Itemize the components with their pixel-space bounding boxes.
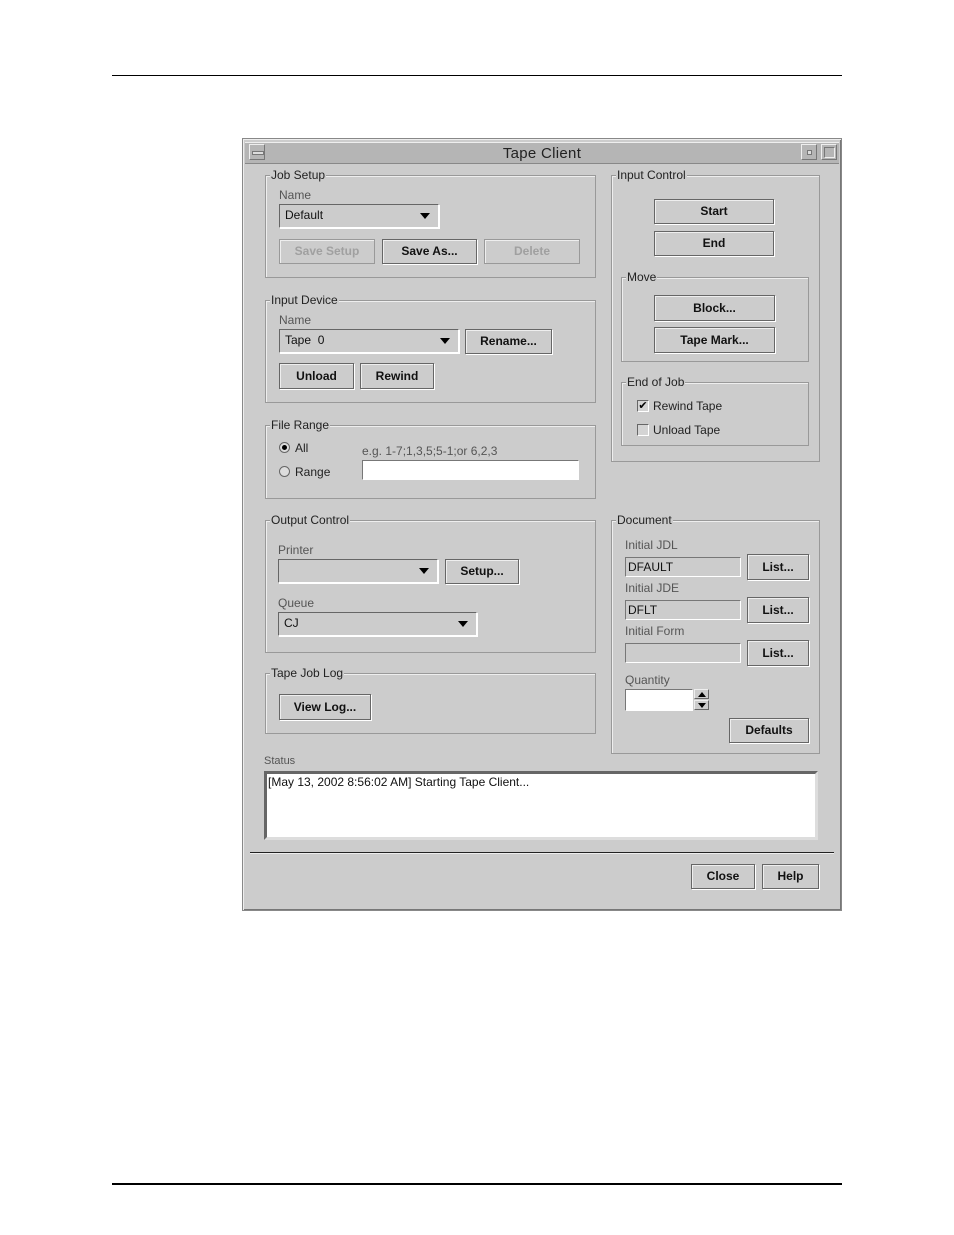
chevron-down-icon	[458, 621, 468, 627]
quantity-increment-icon[interactable]	[694, 689, 709, 699]
chevron-down-icon	[419, 568, 429, 574]
range-all-radio[interactable]	[279, 442, 290, 453]
status-label: Status	[264, 755, 296, 767]
initial-jde-label: Initial JDE	[625, 581, 680, 595]
tape-mark-button[interactable]: Tape Mark...	[654, 327, 775, 353]
input-device-title: Input Device	[270, 293, 339, 307]
quantity-label: Quantity	[625, 673, 670, 687]
device-name-label: Name	[279, 313, 312, 327]
initial-jdl-label: Initial JDL	[625, 538, 678, 552]
initial-form-field[interactable]	[625, 643, 741, 663]
end-of-job-title: End of Job	[626, 375, 686, 389]
window-title: Tape Client	[502, 145, 582, 162]
device-name-value: Tape 0	[285, 333, 325, 347]
queue-label: Queue	[278, 596, 315, 610]
unload-tape-label: Unload Tape	[653, 423, 721, 437]
printer-label: Printer	[278, 543, 314, 557]
output-control-title: Output Control	[270, 513, 351, 527]
chevron-down-icon	[440, 338, 450, 344]
input-control-title: Input Control	[616, 168, 687, 182]
page-footer-rule	[112, 1183, 842, 1185]
range-input[interactable]	[362, 460, 579, 480]
queue-dropdown[interactable]: CJ	[278, 612, 477, 636]
minimize-icon[interactable]	[801, 144, 817, 160]
document-title: Document	[616, 513, 673, 527]
device-name-dropdown[interactable]: Tape 0	[279, 329, 459, 353]
block-button[interactable]: Block...	[654, 295, 775, 321]
rename-button[interactable]: Rename...	[465, 329, 552, 354]
initial-jdl-field[interactable]: DFAULT	[625, 557, 741, 577]
form-list-button[interactable]: List...	[747, 640, 809, 666]
quantity-input[interactable]	[625, 689, 693, 711]
delete-button[interactable]: Delete	[484, 239, 580, 264]
close-button[interactable]: Close	[691, 864, 755, 889]
job-name-value: Default	[285, 208, 324, 222]
job-setup-title: Job Setup	[270, 168, 327, 182]
file-range-title: File Range	[270, 418, 331, 432]
range-custom-radio[interactable]	[279, 466, 290, 477]
printer-setup-button[interactable]: Setup...	[445, 559, 519, 584]
view-log-button[interactable]: View Log...	[279, 694, 371, 720]
jde-list-button[interactable]: List...	[747, 597, 809, 623]
start-button[interactable]: Start	[654, 199, 774, 224]
status-log[interactable]: [May 13, 2002 8:56:02 AM] Starting Tape …	[264, 771, 818, 840]
move-title: Move	[626, 270, 658, 284]
initial-jde-field[interactable]: DFLT	[625, 600, 741, 620]
quantity-decrement-icon[interactable]	[694, 700, 709, 710]
rewind-tape-checkbox[interactable]: ✔	[637, 400, 649, 412]
title-bar[interactable]: Tape Client	[245, 142, 839, 164]
unload-tape-checkbox[interactable]	[637, 424, 649, 436]
range-custom-label: Range	[295, 465, 331, 479]
jdl-list-button[interactable]: List...	[747, 554, 809, 580]
queue-value: CJ	[284, 616, 299, 630]
rewind-tape-label: Rewind Tape	[653, 399, 723, 413]
defaults-button[interactable]: Defaults	[729, 718, 809, 743]
range-all-label: All	[295, 441, 309, 455]
unload-button[interactable]: Unload	[279, 363, 354, 389]
save-setup-button[interactable]: Save Setup	[279, 239, 375, 264]
help-button[interactable]: Help	[762, 864, 819, 889]
job-name-label: Name	[279, 188, 312, 202]
maximize-icon[interactable]	[821, 144, 837, 160]
range-hint: e.g. 1-7;1,3,5;5-1;or 6,2,3	[362, 444, 498, 458]
end-button[interactable]: End	[654, 231, 774, 256]
rewind-button[interactable]: Rewind	[360, 363, 434, 389]
printer-dropdown[interactable]	[278, 559, 438, 583]
initial-form-label: Initial Form	[625, 624, 685, 638]
page-header-rule	[112, 75, 842, 76]
chevron-down-icon	[420, 213, 430, 219]
tape-job-log-title: Tape Job Log	[270, 666, 345, 680]
footer-divider	[250, 852, 834, 853]
job-name-dropdown[interactable]: Default	[279, 204, 439, 228]
save-as-button[interactable]: Save As...	[382, 239, 477, 264]
